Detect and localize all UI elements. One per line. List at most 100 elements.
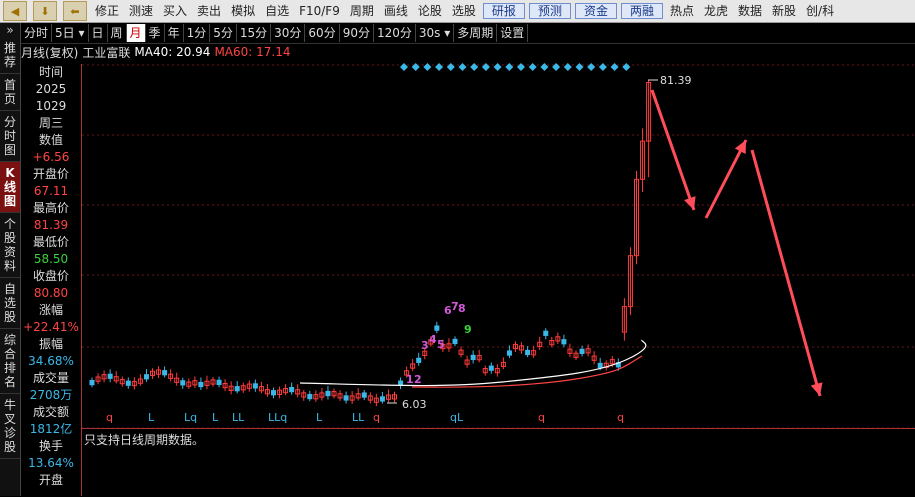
bottom-message: 只支持日线周期数据。: [84, 433, 205, 447]
toolbar-item-2[interactable]: 买入: [158, 0, 192, 22]
signal-diamond-6: [470, 63, 479, 71]
signal-diamond-12: [540, 63, 549, 71]
info-panel: 时间 2025 1029 周三 数值 +6.56 开盘价 67.11 最高价 81.39 最低价 58…: [21, 64, 82, 496]
toolbar-tail-3[interactable]: 新股: [767, 0, 801, 22]
toolbar-boxed-2[interactable]: 资金: [574, 3, 617, 19]
signal-diamond-14: [563, 63, 572, 71]
toolbar-boxed-1[interactable]: 预测: [528, 3, 571, 19]
bottom-marker-5: LLq: [268, 411, 287, 424]
arrow-down-1-head: [684, 196, 696, 210]
candle-body-12: [162, 370, 168, 376]
info-value-11: 1812亿: [29, 422, 73, 436]
info-value-4: 67.11: [33, 184, 69, 198]
info-value-7: 80.80: [33, 286, 69, 300]
bottom-marker-0: q: [106, 411, 113, 424]
period-item-6[interactable]: 年: [165, 24, 184, 42]
toolbar-tail-4[interactable]: 创/科: [801, 0, 839, 22]
bottom-marker-10: q: [538, 411, 545, 424]
toolbar-item-10[interactable]: 选股: [447, 0, 481, 22]
low-price-label: 6.03: [402, 398, 427, 411]
candle-body-24: [234, 386, 240, 392]
pattern-label-7: 8: [458, 302, 466, 315]
period-item-2[interactable]: 日: [89, 24, 108, 42]
nav-tab-5[interactable]: 自选股: [0, 278, 20, 329]
info-label-12: 换手: [38, 439, 63, 453]
toolbar-boxed-3[interactable]: 两融: [620, 3, 663, 19]
candle-body-69: [506, 350, 512, 356]
period-item-12[interactable]: 90分: [340, 24, 374, 42]
signal-diamond-8: [493, 63, 502, 71]
toolbar-item-3[interactable]: 卖出: [192, 0, 226, 22]
candle-body-78: [561, 339, 567, 345]
info-label-4: 开盘价: [32, 167, 69, 181]
toolbar-tail-2[interactable]: 数据: [733, 0, 767, 22]
toolbar-item-1[interactable]: 测速: [124, 0, 158, 22]
period-item-11[interactable]: 60分: [305, 24, 340, 42]
period-item-4[interactable]: 月: [126, 24, 146, 42]
period-item-14[interactable]: 30s ▾: [416, 24, 455, 42]
signal-diamond-9: [505, 63, 514, 71]
candle-body-33: [289, 386, 295, 393]
candle-body-75: [543, 330, 549, 336]
bottom-marker-11: q: [617, 411, 624, 424]
ma40-value: MA40: 20.94: [134, 45, 211, 59]
nav-tab-2[interactable]: 分时图: [0, 111, 20, 162]
period-item-10[interactable]: 30分: [271, 24, 306, 42]
info-label-0: 时间: [38, 65, 63, 79]
down-arrow-icon[interactable]: ⬇: [33, 1, 57, 21]
bottom-marker-9: qL: [450, 411, 464, 424]
toolbar-item-8[interactable]: 画线: [379, 0, 413, 22]
left-arrow-icon[interactable]: ⬅: [63, 1, 87, 21]
info-label-3: 数值: [38, 133, 63, 147]
period-item-13[interactable]: 120分: [374, 24, 416, 42]
period-bar: 分时 5日 ▾ 日周月季年 1分 5分 15分 30分 60分 90分 120分 30s ▾ 多周期设…: [21, 23, 915, 44]
toolbar-item-9[interactable]: 论股: [413, 0, 447, 22]
info-label-5: 最高价: [32, 201, 69, 215]
chart-header: 月线(复权) 工业富联 MA40: 20.94 MA60: 17.14: [21, 44, 294, 60]
toolbar-item-5[interactable]: 自选: [260, 0, 294, 22]
nav-tab-3[interactable]: K线图: [0, 162, 20, 213]
toolbar-item-7[interactable]: 周期: [345, 0, 379, 22]
nav-tab-0[interactable]: 推荐: [0, 37, 20, 74]
period-item-7[interactable]: 1分: [184, 24, 211, 42]
candle-body-21: [216, 379, 222, 386]
info-value-8: +22.41%: [23, 320, 79, 334]
toolbar-boxed-0[interactable]: 研报: [482, 3, 525, 19]
info-value-0: 2025: [35, 82, 67, 96]
period-item-9[interactable]: 15分: [237, 24, 272, 42]
toolbar-tail-1[interactable]: 龙虎: [699, 0, 733, 22]
info-value-12: 13.64%: [28, 456, 74, 470]
period-item-3[interactable]: 周: [108, 24, 127, 42]
info-value-10: 2708万: [29, 388, 73, 402]
nav-tab-6[interactable]: 综合排名: [0, 329, 20, 394]
period-item-8[interactable]: 5分: [210, 24, 237, 42]
candle-body-48: [379, 396, 385, 402]
double-chevron-icon[interactable]: »: [0, 23, 20, 37]
period-item-15[interactable]: 多周期: [454, 24, 498, 42]
nav-tab-4[interactable]: 个股资料: [0, 213, 20, 278]
candle-body-84: [597, 362, 603, 369]
bottom-panel: 只支持日线周期数据。: [82, 428, 915, 497]
period-item-1[interactable]: 5日 ▾: [52, 24, 89, 42]
back-icon[interactable]: ◀: [3, 1, 27, 21]
toolbar-item-0[interactable]: 修正: [90, 0, 124, 22]
candle-body-30: [271, 390, 276, 396]
info-label-8: 涨幅: [38, 303, 63, 317]
kline-chart[interactable]: 81.396.031 23 4 56 7 89q L Lq L LL LLq L LL q qL q q: [82, 60, 915, 428]
bottom-marker-2: Lq: [184, 411, 197, 424]
info-value-1: 1029: [35, 99, 67, 113]
candle-body-81: [579, 348, 585, 354]
toolbar-item-4[interactable]: 模拟: [226, 0, 260, 22]
nav-tab-7[interactable]: 牛叉诊股: [0, 394, 20, 459]
pattern-label-4: 5: [437, 338, 445, 351]
period-item-0[interactable]: 分时: [21, 24, 53, 42]
period-item-16[interactable]: 设置: [497, 24, 529, 42]
period-item-5[interactable]: 季: [146, 24, 165, 42]
toolbar-tail-0[interactable]: 热点: [665, 0, 699, 22]
left-navigation: » 推荐首页分时图K线图个股资料自选股综合排名牛叉诊股: [0, 23, 21, 496]
toolbar-item-6[interactable]: F10/F9: [294, 0, 345, 22]
nav-tab-1[interactable]: 首页: [0, 74, 20, 111]
bottom-marker-8: q: [373, 411, 380, 424]
bottom-marker-1: L: [148, 411, 155, 424]
signal-diamond-0: [400, 63, 408, 71]
